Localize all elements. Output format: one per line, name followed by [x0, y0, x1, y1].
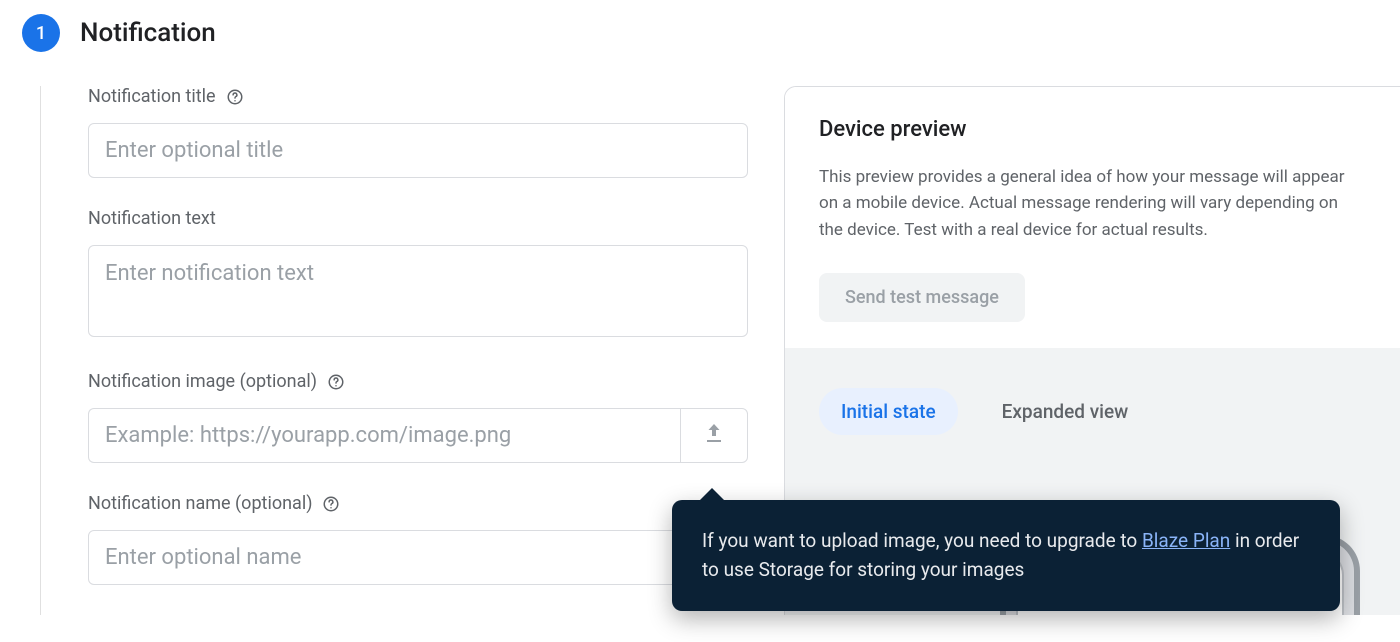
upload-image-button[interactable]: [680, 408, 748, 463]
tab-initial-state[interactable]: Initial state: [819, 388, 958, 435]
field-notification-name: Notification name (optional): [88, 493, 748, 585]
step-vertical-line: [40, 86, 88, 615]
label-notification-title: Notification title: [88, 86, 216, 107]
preview-tabs: Initial state Expanded view: [819, 388, 1366, 435]
help-icon[interactable]: [327, 373, 345, 391]
send-test-message-button[interactable]: Send test message: [819, 273, 1025, 322]
label-notification-name: Notification name (optional): [88, 493, 312, 514]
page-title: Notification: [80, 18, 216, 48]
step-header: 1 Notification: [0, 14, 1400, 52]
field-notification-text: Notification text: [88, 208, 748, 341]
tooltip-text-prefix: If you want to upload image, you need to…: [702, 529, 1142, 552]
label-notification-text: Notification text: [88, 208, 216, 229]
step-number-badge: 1: [22, 14, 60, 52]
form-column: Notification title Notification text Not…: [88, 86, 748, 615]
upload-upgrade-tooltip: If you want to upload image, you need to…: [672, 500, 1340, 611]
field-notification-title: Notification title: [88, 86, 748, 178]
tab-expanded-view[interactable]: Expanded view: [980, 388, 1151, 435]
preview-description: This preview provides a general idea of …: [819, 164, 1366, 243]
help-icon[interactable]: [322, 495, 340, 513]
notification-image-input[interactable]: [88, 408, 680, 463]
preview-title: Device preview: [819, 117, 1366, 142]
label-notification-image: Notification image (optional): [88, 371, 317, 392]
notification-name-input[interactable]: [88, 530, 748, 585]
field-notification-image: Notification image (optional): [88, 371, 748, 463]
blaze-plan-link[interactable]: Blaze Plan: [1142, 529, 1230, 552]
help-icon[interactable]: [226, 88, 244, 106]
notification-text-input[interactable]: [88, 245, 748, 337]
upload-icon: [702, 422, 726, 450]
notification-title-input[interactable]: [88, 123, 748, 178]
